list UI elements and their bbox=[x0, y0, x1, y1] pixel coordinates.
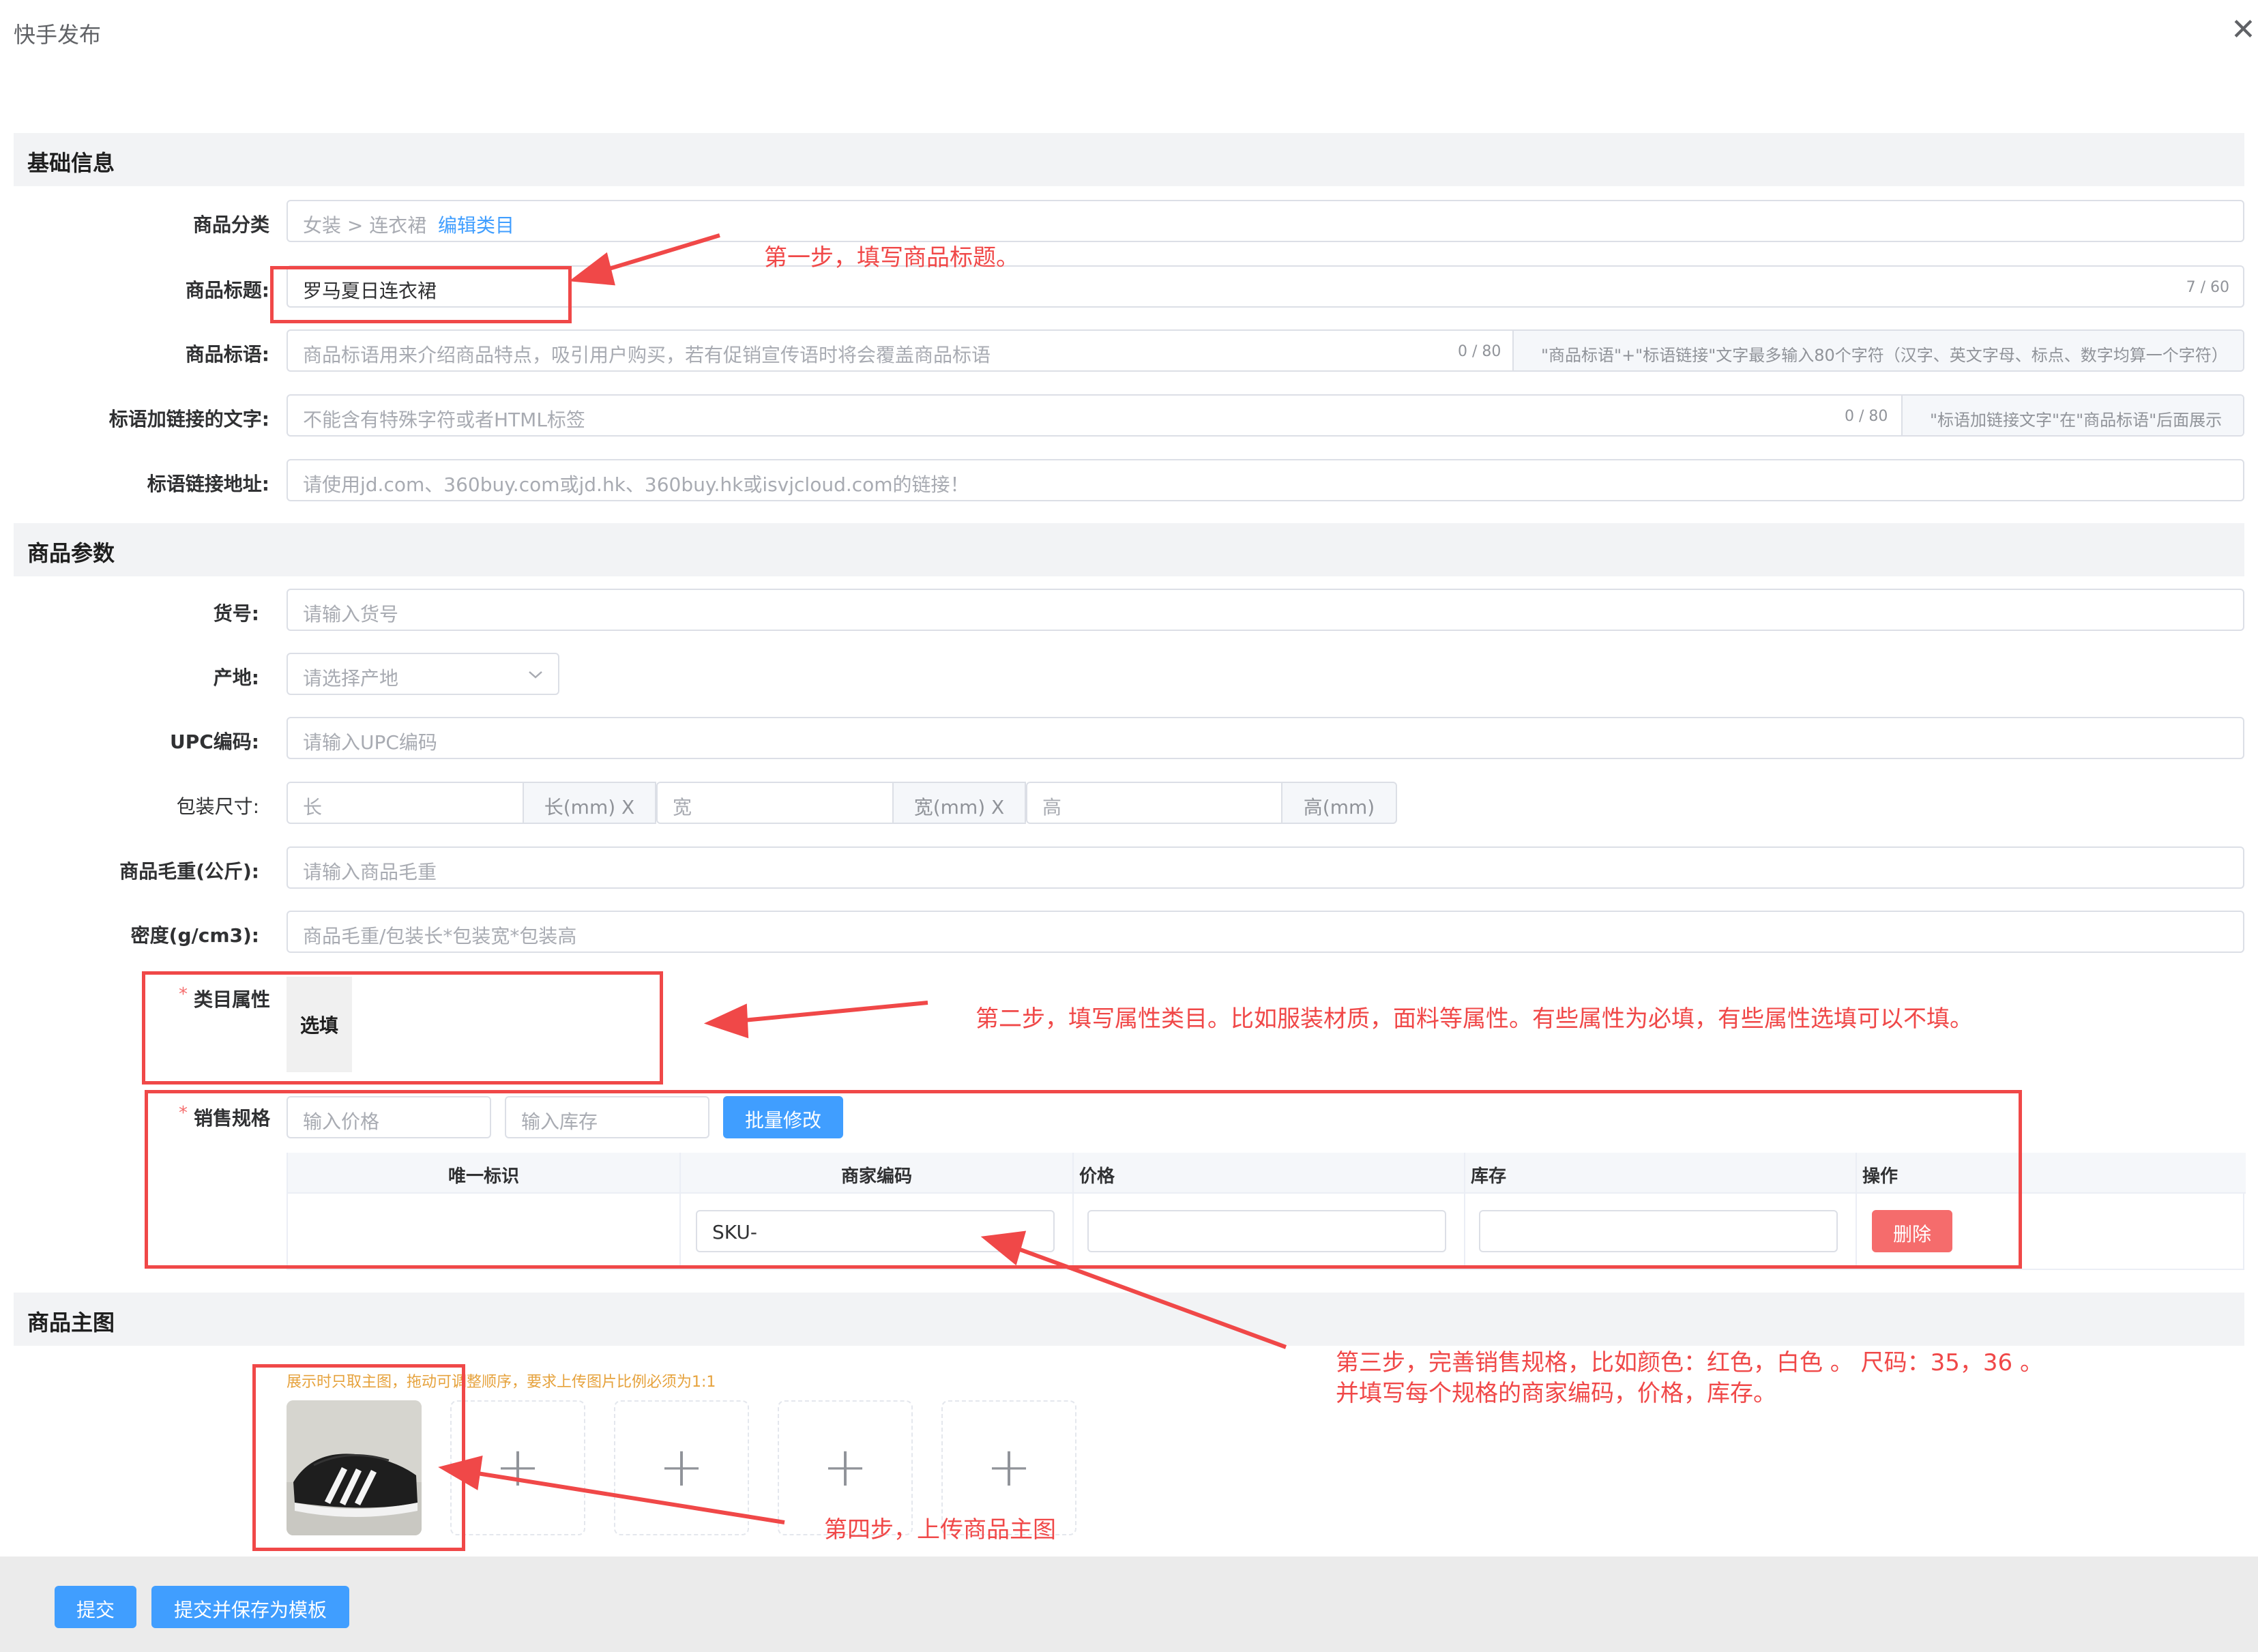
annotation-step2: 第二步，填写属性类目。比如服装材质，面料等属性。有些属性为必填，有些属性选填可以… bbox=[976, 1005, 1973, 1033]
annotation-step1: 第一步，填写商品标题。 bbox=[764, 244, 1019, 271]
annotation-step3-line1: 第三步，完善销售规格，比如颜色：红色，白色 。 尺码：35，36 。 bbox=[1336, 1349, 2043, 1376]
annotation-arrows bbox=[438, 233, 1287, 1524]
annotation-step3-line2: 并填写每个规格的商家编码，价格，库存。 bbox=[1336, 1380, 1776, 1407]
annotation-step4: 第四步，上传商品主图 bbox=[824, 1516, 1056, 1544]
